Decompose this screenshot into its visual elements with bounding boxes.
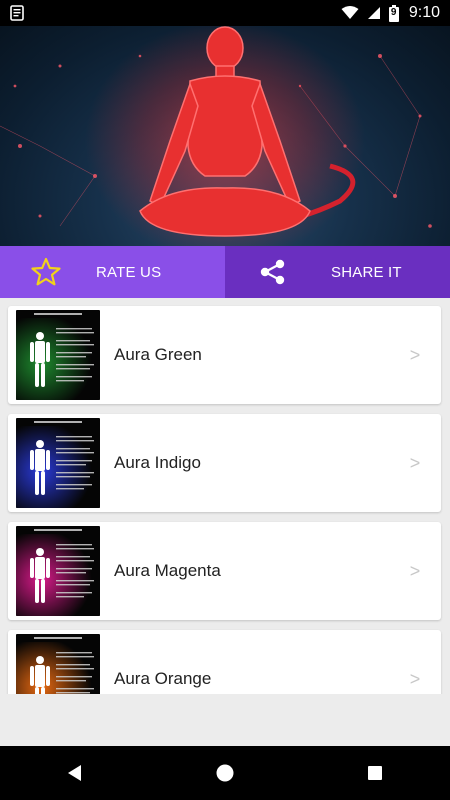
header-banner <box>0 26 450 246</box>
rate-us-button[interactable]: RATE US <box>0 246 225 298</box>
action-bar: RATE US SHARE IT <box>0 246 450 298</box>
signal-icon <box>367 6 381 20</box>
meditation-illustration <box>0 26 432 246</box>
aura-chart-thumbnail <box>16 526 100 616</box>
list-item-title: Aura Orange <box>114 669 212 688</box>
list-item-title: Aura Magenta <box>114 561 221 580</box>
home-icon <box>216 764 234 782</box>
aura-chart-thumbnail <box>16 634 100 694</box>
status-bar: 9 9:10 <box>0 0 450 26</box>
chevron-right-icon: > <box>409 344 421 365</box>
back-button[interactable] <box>45 746 105 800</box>
list-item[interactable]: Aura Indigo > <box>8 414 441 512</box>
back-icon <box>68 765 81 781</box>
aura-chart-thumbnail <box>16 418 100 508</box>
wifi-icon <box>341 6 359 20</box>
aura-list: Aura Green > Aura Indigo > Aura Magenta > Aura… <box>0 298 450 694</box>
list-item-title: Aura Indigo <box>114 453 201 472</box>
aura-chart-thumbnail <box>16 310 100 400</box>
notification-icon <box>10 5 24 21</box>
list-item[interactable]: Aura Magenta > <box>8 522 441 620</box>
empty-area <box>0 694 450 746</box>
chevron-right-icon: > <box>409 452 421 473</box>
list-item-title: Aura Green <box>114 345 202 364</box>
chevron-right-icon: > <box>409 668 421 689</box>
list-item[interactable]: Aura Green > <box>8 306 441 404</box>
star-icon <box>26 252 66 292</box>
recents-icon <box>368 766 382 780</box>
chevron-right-icon: > <box>409 560 421 581</box>
list-item[interactable]: Aura Orange > <box>8 630 441 694</box>
navigation-bar <box>0 746 450 800</box>
share-it-button[interactable]: SHARE IT <box>225 246 450 298</box>
rate-us-label: RATE US <box>96 263 162 281</box>
battery-level: 9 <box>390 6 397 18</box>
share-it-label: SHARE IT <box>331 263 402 281</box>
clock: 9:10 <box>408 4 440 21</box>
share-icon <box>253 252 293 292</box>
home-button[interactable] <box>195 746 255 800</box>
recents-button[interactable] <box>345 746 405 800</box>
battery-icon: 9 <box>388 4 399 22</box>
